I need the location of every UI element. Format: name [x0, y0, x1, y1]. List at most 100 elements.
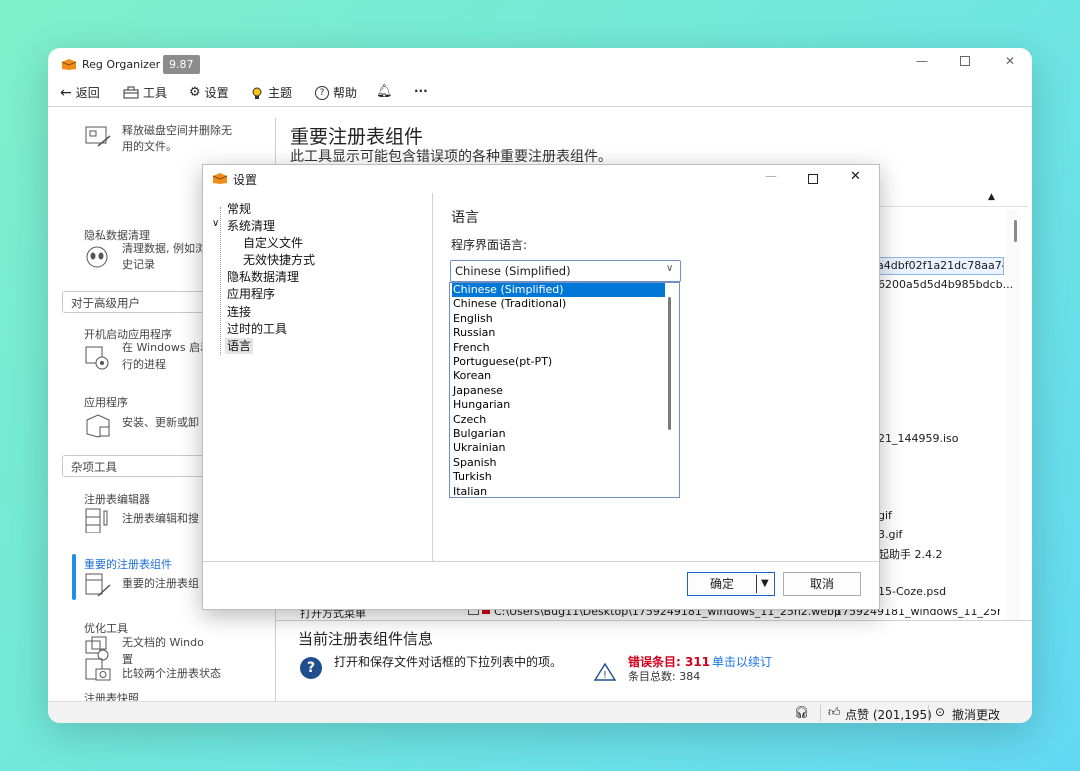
maximize-button[interactable]	[960, 56, 970, 66]
row-name: 1759249181_windows_11_25h2....	[835, 609, 1000, 618]
help-circle-icon: ?	[315, 85, 329, 100]
list-cell[interactable]: 3.gif	[878, 528, 902, 541]
sort-up-icon[interactable]: ▲	[988, 192, 995, 202]
language-option[interactable]: Portuguese(pt-PT)	[452, 355, 665, 369]
tree-item-general[interactable]: 常规	[227, 201, 251, 217]
tree-item-custom-files[interactable]: 自定义文件	[243, 235, 303, 251]
settings-label: 设置	[204, 86, 229, 100]
row-path: C:\Users\Bug11\Desktop\1759249181_window…	[494, 609, 842, 618]
language-option[interactable]: Russian	[452, 326, 665, 340]
apps-title[interactable]: 应用程序	[84, 394, 128, 410]
important-line1: 重要的注册表组	[122, 577, 199, 590]
language-option[interactable]: French	[452, 341, 665, 355]
privacy-line2: 史记录	[122, 258, 155, 271]
regedit-title[interactable]: 注册表编辑器	[84, 491, 150, 507]
like-count[interactable]: 点赞 (201,195)	[845, 706, 932, 723]
language-option[interactable]: Italian	[452, 485, 665, 498]
app-logo-icon	[61, 59, 77, 70]
chevron-down-icon[interactable]: ∨	[212, 218, 219, 229]
close-button[interactable]: ✕	[1005, 54, 1015, 68]
tools-button[interactable]: 工具	[123, 84, 167, 101]
optimize-title[interactable]: 优化工具	[84, 620, 128, 636]
status-bar: 🎧︎ 👍︎ 点赞 (201,195) ⊙ 撤消更改	[48, 701, 1032, 723]
info-description: 打开和保存文件对话框的下拉列表中的项。	[334, 655, 563, 669]
list-cell[interactable]: 21_144959.iso	[878, 432, 959, 445]
language-option[interactable]: Japanese	[452, 384, 665, 398]
language-option[interactable]: Spanish	[452, 456, 665, 470]
section-title: 语言	[451, 210, 479, 226]
help-button[interactable]: ? 帮助	[315, 84, 357, 101]
bell-icon: 🔔︎	[376, 84, 393, 99]
language-option-selected[interactable]: Chinese (Simplified)	[452, 283, 665, 298]
page-title: 重要注册表组件	[290, 126, 424, 148]
back-button[interactable]: ← 返回	[60, 84, 100, 101]
theme-label: 主题	[268, 86, 293, 100]
language-option[interactable]: Turkish	[452, 470, 665, 484]
headset-icon[interactable]: 🎧︎	[794, 705, 809, 719]
list-cell[interactable]: 6200a5d5d4b985bdcb...	[878, 278, 1013, 291]
ok-button[interactable]: 确定 ▼	[687, 572, 775, 596]
dialog-titlebar: 设置 — ✕	[203, 165, 879, 193]
status-divider	[820, 705, 821, 721]
tree-item-apps[interactable]: 应用程序	[227, 286, 275, 302]
language-option[interactable]: Ukrainian	[452, 441, 665, 455]
back-label: 返回	[75, 86, 100, 100]
disk-cleanup-icon	[85, 126, 111, 147]
startup-gear-icon	[85, 346, 109, 370]
list-cell[interactable]: 15-Coze.psd	[878, 585, 946, 598]
total-count: 条目总数: 384	[628, 670, 701, 683]
language-option[interactable]: Czech	[452, 413, 665, 427]
renew-link[interactable]: 单击以续订	[712, 653, 772, 670]
dropdown-arrow-icon[interactable]: ▼	[761, 573, 769, 595]
privacy-line1: 清理数据, 例如浏	[122, 242, 206, 255]
language-select[interactable]: Chinese (Simplified) ∨	[450, 260, 681, 282]
undo-changes[interactable]: 撤消更改	[952, 706, 1000, 723]
list-scrollbar[interactable]	[1006, 210, 1020, 620]
privacy-alien-icon	[86, 246, 108, 268]
cancel-button[interactable]: 取消	[783, 572, 861, 596]
toolbar: ← 返回 工具 ⚙ 设置 主题 ? 帮助 🔔︎ ···	[48, 80, 1032, 106]
language-option[interactable]: Korean	[452, 369, 665, 383]
theme-button[interactable]: 主题	[250, 84, 292, 101]
language-dropdown-list[interactable]: Chinese (Simplified) Chinese (Traditiona…	[449, 282, 680, 498]
tree-item-obsolete-tools[interactable]: 过时的工具	[227, 321, 287, 337]
language-option[interactable]: Chinese (Traditional)	[452, 297, 665, 311]
language-option[interactable]: Bulgarian	[452, 427, 665, 441]
minimize-button[interactable]: —	[916, 54, 928, 68]
undo-icon: ⊙	[935, 705, 946, 719]
optimize-line1: 无文档的 Windo	[122, 636, 204, 649]
list-header: ▲	[878, 182, 1028, 207]
version-badge: 9.87	[163, 55, 200, 74]
regedit-line1: 注册表编辑和搜	[122, 512, 199, 525]
list-scroll-thumb[interactable]	[1014, 220, 1017, 242]
page-subtitle: 此工具显示可能包含错误项的各种重要注册表组件。	[290, 149, 612, 165]
tree-item-privacy[interactable]: 隐私数据清理	[227, 269, 299, 285]
list-cell[interactable]: gif	[878, 509, 892, 522]
disk-cleanup-text[interactable]: 释放磁盘空间并删除无用的文件。	[122, 123, 242, 155]
chevron-down-icon: ∨	[666, 263, 674, 274]
dialog-minimize-button[interactable]: —	[765, 169, 777, 183]
tree-item-language[interactable]: 语言	[225, 338, 254, 354]
list-cell[interactable]: 起助手 2.4.2	[878, 546, 943, 562]
startup-line2: 行的进程	[122, 358, 166, 371]
dialog-close-button[interactable]: ✕	[850, 169, 861, 184]
dialog-maximize-button[interactable]	[808, 174, 818, 184]
language-option[interactable]: Hungarian	[452, 398, 665, 412]
more-button[interactable]: ···	[414, 84, 428, 98]
warning-triangle-icon: !	[593, 662, 617, 681]
tree-item-connection[interactable]: 连接	[227, 304, 251, 320]
gear-icon: ⚙	[189, 85, 201, 100]
settings-button[interactable]: ⚙ 设置	[189, 84, 229, 101]
info-title: 当前注册表组件信息	[298, 630, 434, 648]
important-components-icon	[85, 573, 111, 597]
dropdown-scroll-thumb[interactable]	[668, 297, 671, 430]
tree-item-system-cleanup[interactable]: 系统清理	[227, 218, 275, 234]
list-cell-selected[interactable]: a4dbf02f1a21dc78aa74...	[866, 257, 1004, 275]
language-select-value: Chinese (Simplified)	[455, 264, 571, 278]
tree-item-invalid-shortcuts[interactable]: 无效快捷方式	[243, 252, 315, 268]
apps-line1: 安装、更新或卸	[122, 416, 199, 429]
important-title[interactable]: 重要的注册表组件	[84, 556, 172, 572]
thumbs-up-icon: 👍︎	[828, 705, 841, 719]
language-option[interactable]: English	[452, 312, 665, 326]
notifications-button[interactable]: 🔔︎	[376, 84, 393, 99]
